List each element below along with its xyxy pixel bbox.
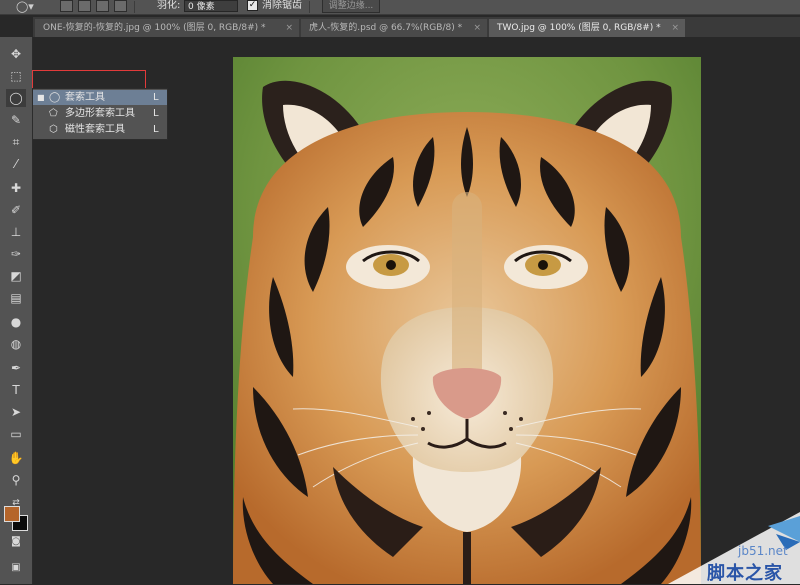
move-icon[interactable]: ✥ (6, 45, 26, 63)
shortcut-key: L (153, 124, 159, 135)
tab-label: TWO.jpg @ 100% (图层 0, RGB/8#) * (497, 23, 661, 33)
quick-select-icon[interactable]: ✎ (6, 111, 26, 129)
watermark-site: jb51.net (738, 544, 788, 558)
blur-icon[interactable]: ● (6, 313, 26, 331)
refine-edge-button[interactable]: 调整边缘... (322, 0, 380, 13)
dodge-icon[interactable]: ◍ (6, 335, 26, 353)
path-select-icon[interactable]: ➤ (6, 403, 26, 421)
marquee-icon[interactable]: ⬚ (6, 67, 26, 85)
lasso-preset-icon[interactable]: ◯▾ (16, 0, 36, 13)
tiger-image[interactable] (233, 57, 701, 584)
healing-icon[interactable]: ✚ (6, 179, 26, 197)
close-icon[interactable]: × (671, 19, 679, 37)
flyout-item-label: 套索工具 (65, 92, 105, 103)
polygon-lasso-icon: ⬠ (49, 108, 58, 119)
anti-alias-checkbox[interactable]: ✓ (247, 0, 258, 11)
pen-icon[interactable]: ✒ (6, 359, 26, 377)
close-icon[interactable]: × (285, 19, 293, 37)
eyedropper-icon[interactable]: ⁄ (6, 155, 26, 173)
document-tab-bar: ONE-恢复的-恢复的.jpg @ 100% (图层 0, RGB/8#) * … (33, 17, 800, 37)
hand-icon[interactable]: ✋ (6, 449, 26, 467)
swap-colors-icon[interactable]: ⇄ (6, 494, 26, 512)
flyout-item-label: 多边形套索工具 (65, 108, 135, 119)
flyout-item-polygon-lasso[interactable]: ⬠ 多边形套索工具 L (33, 106, 167, 121)
stamp-icon[interactable]: ⊥ (6, 223, 26, 241)
flyout-item-label: 磁性套索工具 (65, 124, 125, 135)
tools-panel: ⇄ ◙ ▣ ✥ ⬚ ◯ ✎ ⌗ ⁄ ✚ ✐ ⊥ ✑ ◩ ▤ ● ◍ ✒ T ➤ ▭ ✋ ⚲ (0, 37, 33, 584)
shortcut-key: L (153, 92, 159, 103)
flyout-item-lasso[interactable]: ■ ◯ 套索工具 L (33, 90, 167, 105)
shortcut-key: L (153, 108, 159, 119)
close-icon[interactable]: × (473, 19, 481, 37)
quick-mask-icon[interactable]: ◙ (6, 533, 26, 551)
tab-two[interactable]: TWO.jpg @ 100% (图层 0, RGB/8#) * × (489, 19, 685, 37)
tab-tiger[interactable]: 虎人-恢复的.psd @ 66.7%(RGB/8) * × (301, 19, 487, 37)
options-bar: ◯▾ 羽化: 0 像素 ✓ 消除锯齿 调整边缘... (0, 0, 800, 15)
type-icon[interactable]: T (6, 381, 26, 399)
lasso-icon[interactable]: ◯ (6, 89, 26, 107)
flyout-item-magnetic-lasso[interactable]: ⬡ 磁性套索工具 L (33, 122, 167, 137)
shape-icon[interactable]: ▭ (6, 425, 26, 443)
selected-bullet: ■ (37, 93, 45, 102)
new-selection-button[interactable] (60, 0, 73, 12)
divider (134, 1, 135, 13)
anti-alias-label: 消除锯齿 (262, 0, 302, 11)
zoom-icon[interactable]: ⚲ (6, 471, 26, 489)
intersect-selection-button[interactable] (114, 0, 127, 12)
brush-icon[interactable]: ✐ (6, 201, 26, 219)
lasso-icon: ◯ (49, 92, 61, 103)
feather-label: 羽化: (157, 0, 181, 11)
magnetic-lasso-icon: ⬡ (49, 124, 58, 135)
add-selection-button[interactable] (78, 0, 91, 12)
tab-label: ONE-恢复的-恢复的.jpg @ 100% (图层 0, RGB/8#) * (43, 23, 266, 33)
crop-icon[interactable]: ⌗ (6, 133, 26, 151)
subtract-selection-button[interactable] (96, 0, 109, 12)
history-brush-icon[interactable]: ✑ (6, 245, 26, 263)
tiger-illustration (233, 57, 701, 584)
eraser-icon[interactable]: ◩ (6, 267, 26, 285)
gradient-icon[interactable]: ▤ (6, 289, 26, 307)
tab-label: 虎人-恢复的.psd @ 66.7%(RGB/8) * (309, 23, 463, 33)
divider (309, 1, 310, 13)
feather-input[interactable]: 0 像素 (184, 0, 238, 12)
watermark-name: 脚本之家 (707, 563, 783, 584)
lasso-flyout-menu: ■ ◯ 套索工具 L ⬠ 多边形套索工具 L ⬡ 磁性套索工具 L (32, 88, 168, 140)
screen-mode-icon[interactable]: ▣ (6, 559, 26, 577)
tab-one[interactable]: ONE-恢复的-恢复的.jpg @ 100% (图层 0, RGB/8#) * … (35, 19, 299, 37)
